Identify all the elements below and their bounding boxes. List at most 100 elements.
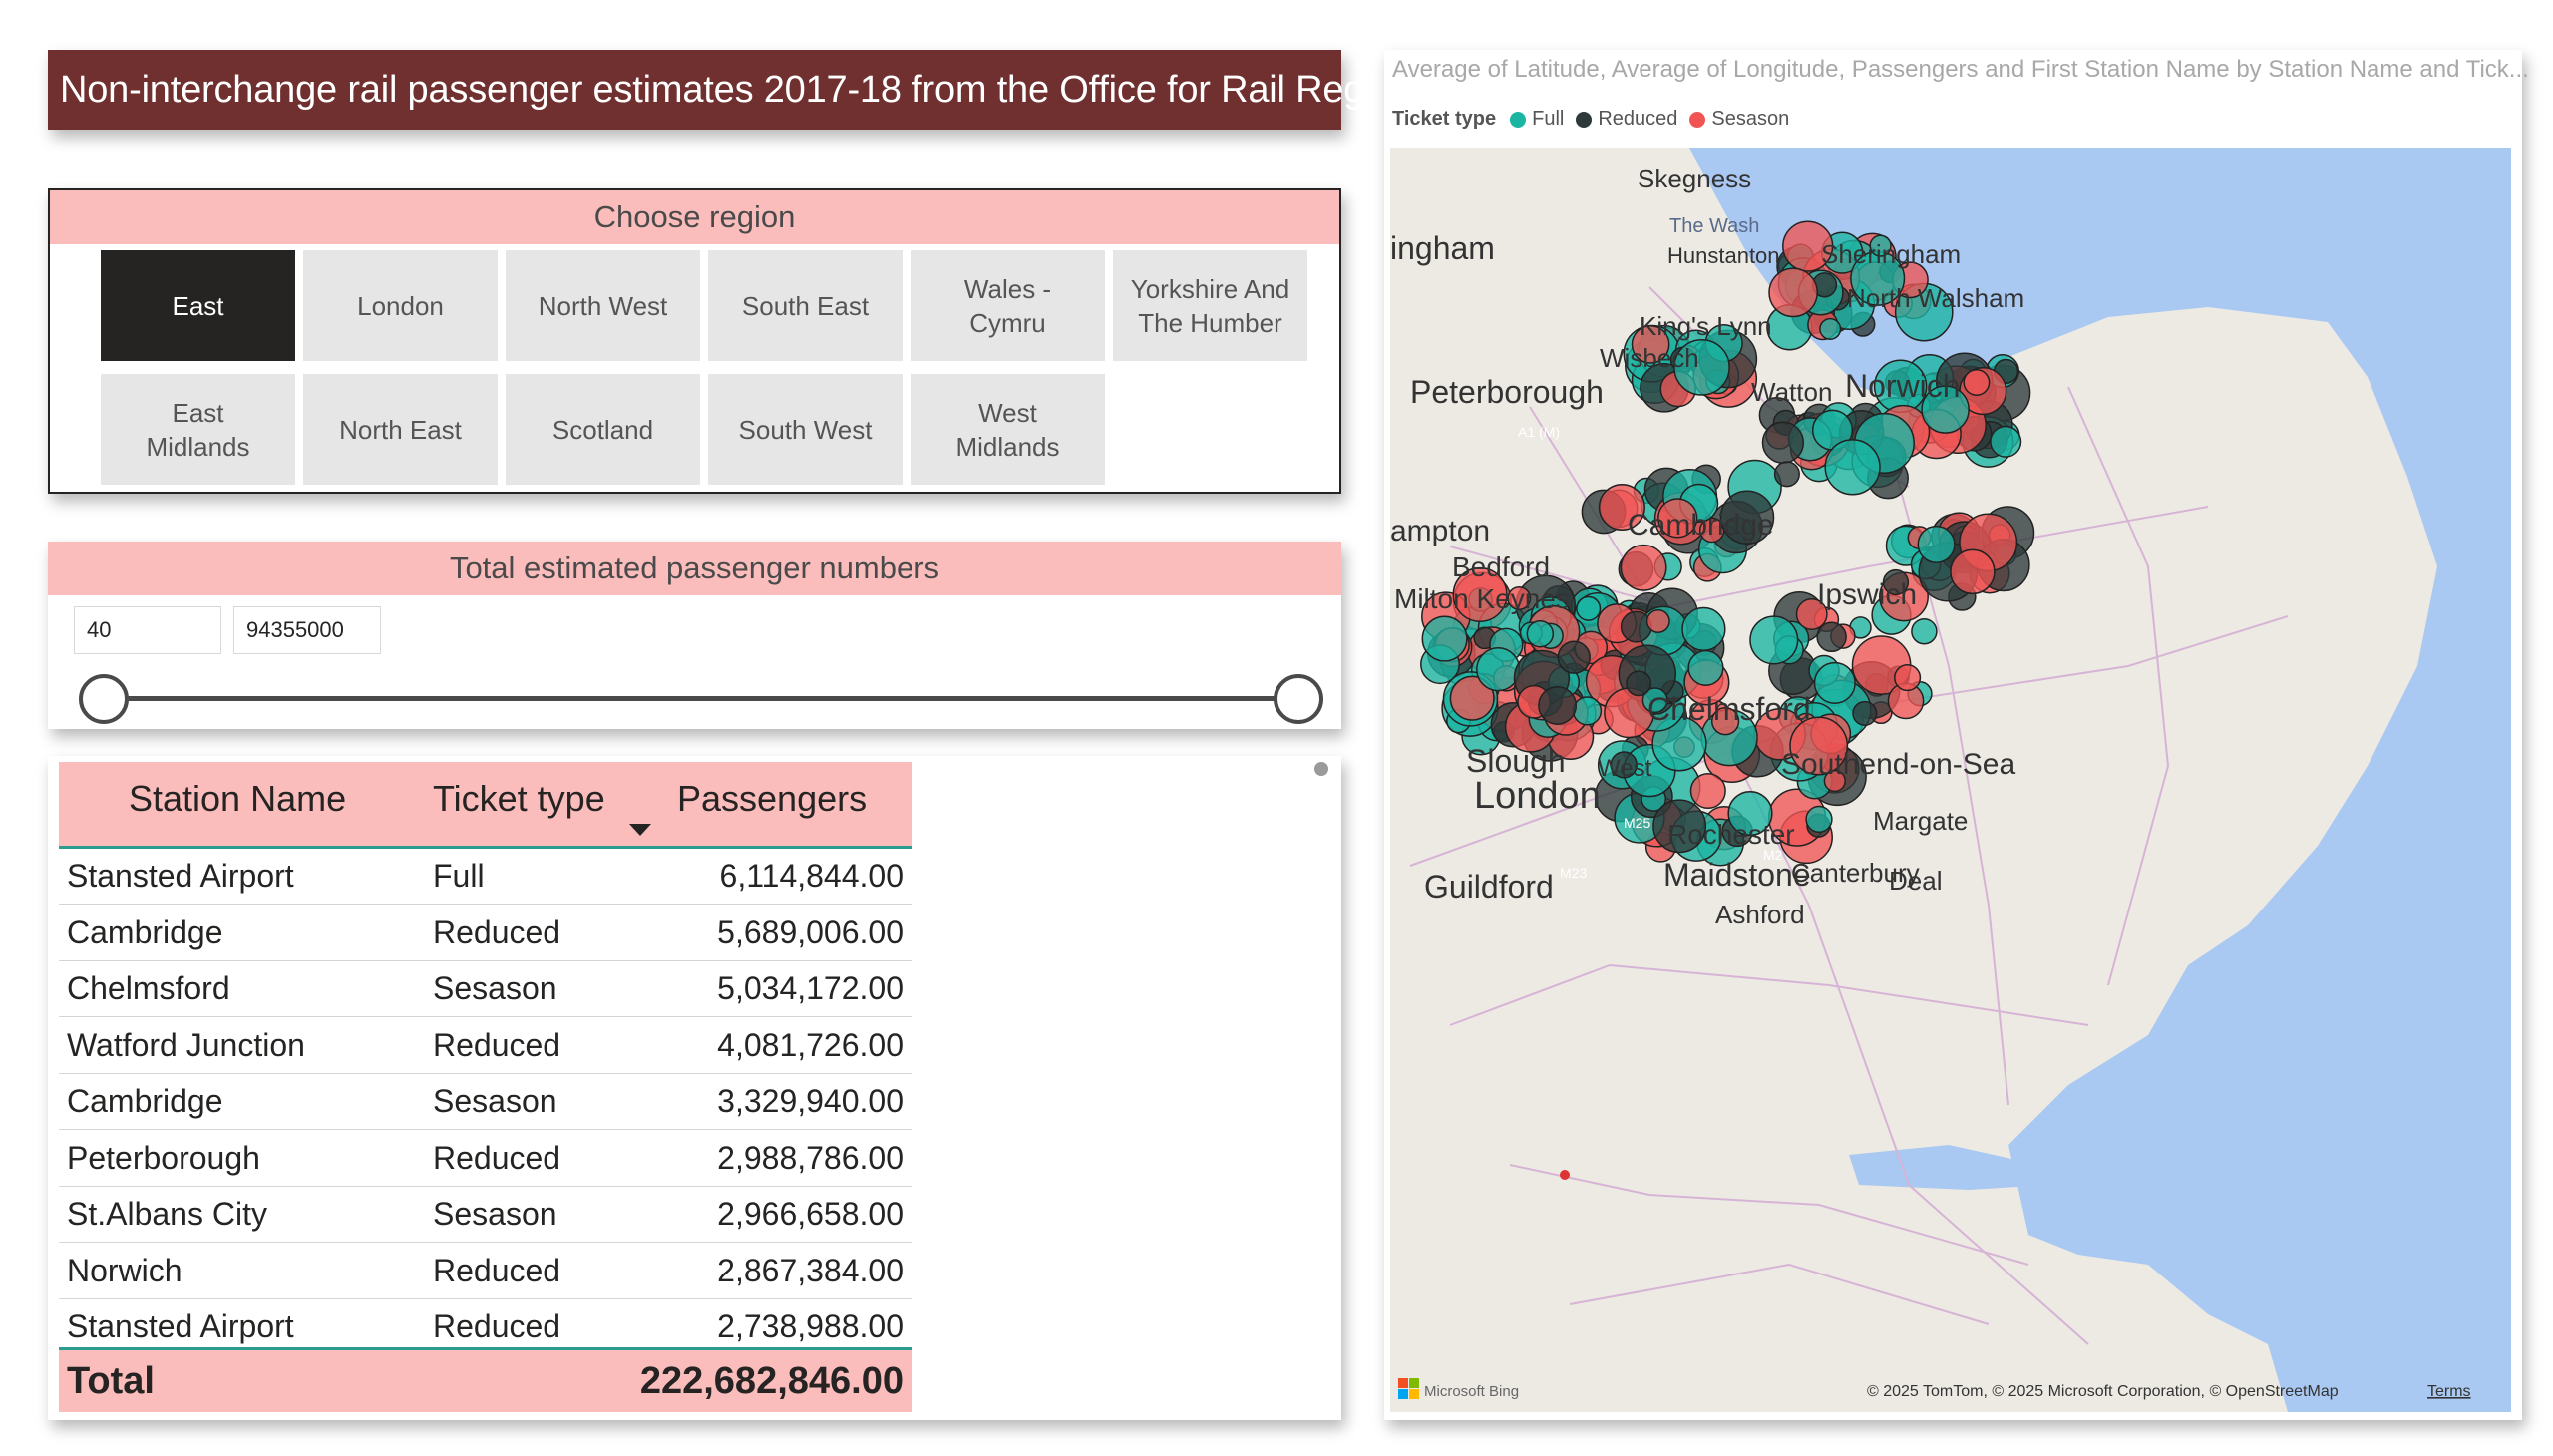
region-tile-north-east[interactable]: North East bbox=[303, 374, 498, 485]
station-bubble[interactable] bbox=[1421, 615, 1468, 662]
station-bubble[interactable] bbox=[1620, 610, 1652, 643]
station-bubble[interactable] bbox=[1950, 548, 1996, 595]
station-bubble[interactable] bbox=[1819, 317, 1842, 340]
cell-passengers: 2,867,384.00 bbox=[717, 1252, 904, 1288]
table-row[interactable]: Peterborough Reduced 2,988,786.00 bbox=[59, 1130, 912, 1187]
station-bubble[interactable] bbox=[1963, 369, 1991, 396]
table-row[interactable]: Cambridge Reduced 5,689,006.00 bbox=[59, 905, 912, 961]
col-passengers[interactable]: Passengers bbox=[677, 778, 867, 820]
station-bubble[interactable] bbox=[1852, 700, 1878, 726]
map-title: Average of Latitude, Average of Longitud… bbox=[1392, 56, 2529, 83]
label-chelmsford: Chelmsford bbox=[1647, 691, 1811, 727]
scrollbar-handle[interactable] bbox=[1314, 762, 1328, 776]
report-title-banner: Non-interchange rail passenger estimates… bbox=[48, 50, 1475, 130]
label-slough: Slough bbox=[1466, 743, 1566, 779]
station-bubble[interactable] bbox=[1620, 544, 1667, 591]
region-tile-yorkshire[interactable]: Yorkshire And The Humber bbox=[1113, 250, 1307, 361]
cell-passengers: 2,966,658.00 bbox=[717, 1196, 904, 1232]
label-watton: Watton bbox=[1751, 377, 1832, 407]
table-row[interactable]: Norwich Reduced 2,867,384.00 bbox=[59, 1243, 912, 1299]
cell-station-name: Chelmsford bbox=[67, 970, 230, 1006]
station-bubble[interactable] bbox=[1773, 461, 1800, 488]
region-tile-east-midlands[interactable]: East Midlands bbox=[101, 374, 295, 485]
bing-logo-icon bbox=[1398, 1378, 1408, 1388]
region-slicer: Choose region East London North West Sou… bbox=[48, 188, 1341, 494]
station-bubble[interactable] bbox=[1768, 267, 1818, 318]
col-ticket-type[interactable]: Ticket type bbox=[433, 778, 605, 820]
terms-link[interactable]: Terms bbox=[2427, 1383, 2471, 1400]
station-bubble[interactable] bbox=[1911, 617, 1938, 645]
range-min-handle[interactable] bbox=[79, 674, 129, 724]
label-rochester: Rochester bbox=[1667, 819, 1795, 850]
legend-reduced-label[interactable]: Reduced bbox=[1598, 108, 1677, 131]
region-tile-east[interactable]: East bbox=[101, 250, 295, 361]
cell-station-name: Stansted Airport bbox=[67, 858, 294, 894]
label-milton-keynes: Milton Keynes bbox=[1394, 583, 1570, 614]
label-cambridge: Cambridge bbox=[1628, 509, 1774, 542]
cell-ticket-type: Sesason bbox=[433, 1196, 557, 1232]
bing-logo-icon-4 bbox=[1409, 1389, 1419, 1399]
cell-ticket-type: Reduced bbox=[433, 1139, 561, 1176]
label-maidstone: Maidstone bbox=[1663, 857, 1811, 893]
label-north-walsham: North Walsham bbox=[1847, 283, 2024, 313]
col-station-name[interactable]: Station Name bbox=[129, 778, 346, 820]
region-tile-scotland[interactable]: Scotland bbox=[506, 374, 700, 485]
station-bubble[interactable] bbox=[1990, 425, 2022, 458]
map-legend: Ticket type Full Reduced Sesason bbox=[1392, 108, 1789, 131]
cell-ticket-type: Reduced bbox=[433, 1026, 561, 1063]
cell-station-name: Stansted Airport bbox=[67, 1308, 294, 1344]
label-m25: M25 bbox=[1624, 815, 1650, 831]
range-min-input[interactable]: 40 bbox=[74, 606, 221, 654]
station-bubble[interactable] bbox=[1894, 664, 1922, 692]
region-tile-south-east[interactable]: South East bbox=[708, 250, 903, 361]
label-wisbech: Wisbech bbox=[1600, 343, 1699, 373]
region-tile-north-west[interactable]: North West bbox=[506, 250, 700, 361]
station-bubble[interactable] bbox=[1749, 615, 1799, 665]
station-bubble[interactable] bbox=[1526, 619, 1555, 648]
station-bubble[interactable] bbox=[1576, 595, 1602, 621]
table-header: Station Name Ticket type Passengers bbox=[59, 762, 912, 849]
cell-passengers: 4,081,726.00 bbox=[717, 1026, 904, 1063]
table-row[interactable]: St.Albans City Sesason 2,966,658.00 bbox=[59, 1186, 912, 1243]
bing-logo-icon-2 bbox=[1409, 1378, 1419, 1388]
table-row[interactable]: Stansted Airport Full 6,114,844.00 bbox=[59, 848, 912, 905]
station-bubble[interactable] bbox=[1476, 647, 1521, 692]
legend-title: Ticket type bbox=[1392, 108, 1497, 130]
station-bubble[interactable] bbox=[1689, 772, 1726, 810]
region-tile-south-west[interactable]: South West bbox=[708, 374, 903, 485]
london-marker bbox=[1560, 1170, 1570, 1180]
station-bubble[interactable] bbox=[1813, 661, 1856, 704]
map-canvas[interactable]: Skegness The Wash Hunstanton Sheringham … bbox=[1390, 148, 2511, 1412]
table-row[interactable]: Chelmsford Sesason 5,034,172.00 bbox=[59, 960, 912, 1017]
range-max-input[interactable]: 94355000 bbox=[233, 606, 381, 654]
table-row[interactable]: Watford Junction Reduced 4,081,726.00 bbox=[59, 1017, 912, 1074]
station-bubble[interactable] bbox=[1572, 696, 1603, 726]
station-bubble[interactable] bbox=[1816, 621, 1847, 653]
station-bubble[interactable] bbox=[1805, 805, 1833, 834]
table-row[interactable]: Cambridge Sesason 3,329,940.00 bbox=[59, 1073, 912, 1130]
label-the-wash: The Wash bbox=[1669, 215, 1759, 237]
label-sheringham: Sheringham bbox=[1821, 239, 1961, 269]
label-kings-lynn: King's Lynn bbox=[1640, 311, 1772, 341]
region-tile-wales[interactable]: Wales - Cymru bbox=[911, 250, 1105, 361]
region-tile-west-midlands[interactable]: West Midlands bbox=[911, 374, 1105, 485]
region-tile-london[interactable]: London bbox=[303, 250, 498, 361]
station-bubble[interactable] bbox=[1557, 640, 1591, 674]
cell-passengers: 3,329,940.00 bbox=[717, 1083, 904, 1119]
sort-descending-icon[interactable] bbox=[627, 822, 653, 838]
range-max-handle[interactable] bbox=[1274, 674, 1323, 724]
cell-station-name: Watford Junction bbox=[67, 1026, 305, 1063]
legend-full-label[interactable]: Full bbox=[1532, 108, 1564, 131]
map-attribution[interactable]: © 2025 TomTom, © 2025 Microsoft Corporat… bbox=[1867, 1383, 2339, 1400]
station-bubble[interactable] bbox=[1645, 609, 1670, 633]
legend-sesason-label[interactable]: Sesason bbox=[1711, 108, 1789, 131]
cell-ticket-type: Full bbox=[433, 858, 485, 894]
station-bubble[interactable] bbox=[1824, 439, 1881, 496]
report-title: Non-interchange rail passenger estimates… bbox=[60, 69, 1475, 111]
station-bubble[interactable] bbox=[1681, 606, 1726, 652]
station-bubble[interactable] bbox=[1761, 421, 1805, 464]
station-bubble[interactable] bbox=[1538, 686, 1578, 725]
station-bubble[interactable] bbox=[1917, 525, 1956, 563]
label-norwich: Norwich bbox=[1845, 368, 1961, 404]
station-bubble[interactable] bbox=[1687, 649, 1724, 686]
